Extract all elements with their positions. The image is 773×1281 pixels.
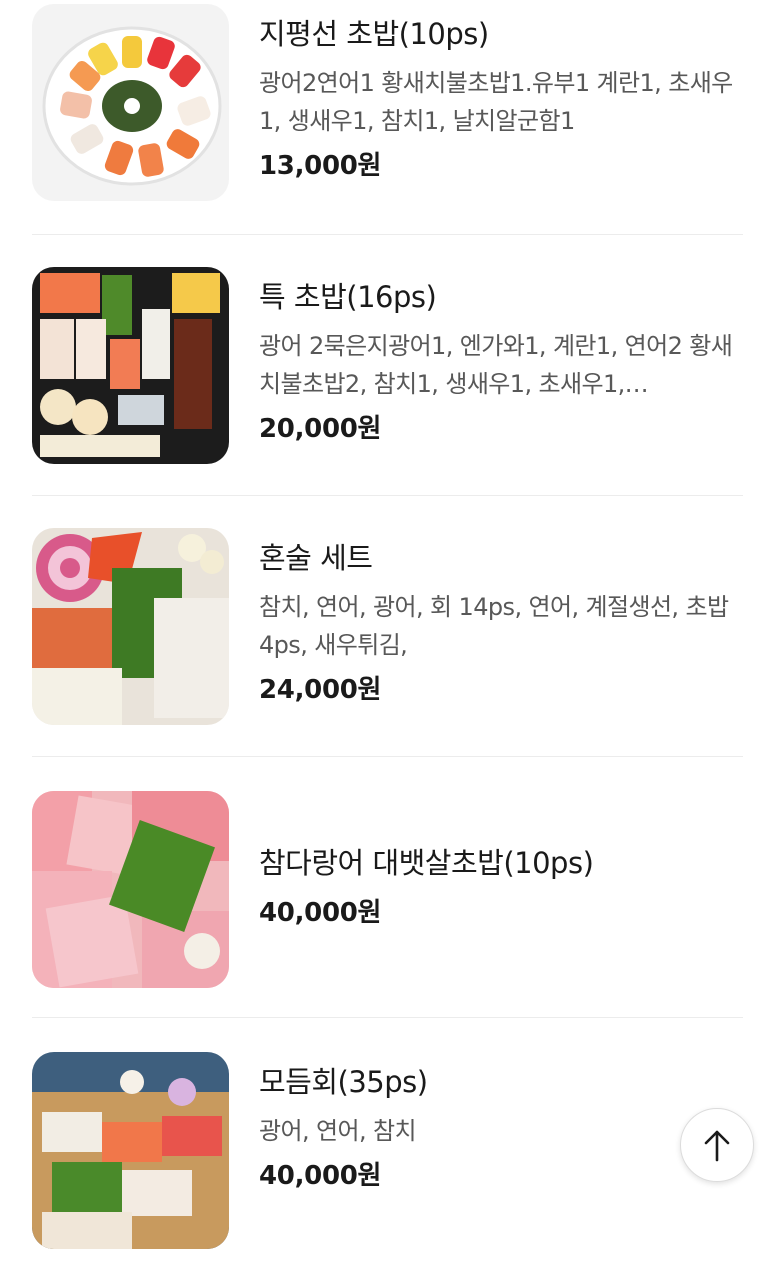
tuna-belly-image xyxy=(32,791,229,988)
menu-item-name: 혼술 세트 xyxy=(259,541,373,575)
menu-item[interactable]: 특 초밥(16ps) 광어 2묵은지광어1, 엔가와1, 계란1, 연어2 황새… xyxy=(32,235,743,496)
tuna-belly-icon xyxy=(32,791,229,988)
menu-item-info: 특 초밥(16ps) 광어 2묵은지광어1, 엔가와1, 계란1, 연어2 황새… xyxy=(259,277,743,447)
menu-item-name: 지평선 초밥(10ps) xyxy=(259,17,489,51)
menu-item-name: 모듬회(35ps) xyxy=(259,1065,428,1099)
menu-item-info: 참다랑어 대뱃살초밥(10ps) 40,000원 xyxy=(259,843,743,931)
sashimi-set-icon xyxy=(32,528,229,725)
sushi-platter-image xyxy=(32,4,229,201)
menu-item-name: 특 초밥(16ps) xyxy=(259,280,437,314)
menu-item-description: 광어 2묵은지광어1, 엔가와1, 계란1, 연어2 황새치불초밥2, 참치1,… xyxy=(259,332,733,398)
menu-item-info: 지평선 초밥(10ps) 광어2연어1 황새치불초밥1.유부1 계란1, 초새우… xyxy=(259,14,743,184)
menu-item-info: 혼술 세트 참치, 연어, 광어, 회 14ps, 연어, 계절생선, 초밥 4… xyxy=(259,538,743,708)
assorted-sashimi-image xyxy=(32,1052,229,1249)
menu-item-price: 20,000원 xyxy=(259,414,382,444)
menu-item-price: 13,000원 xyxy=(259,151,382,181)
sushi-box-icon xyxy=(32,267,229,464)
menu-item-description: 광어2연어1 황새치불초밥1.유부1 계란1, 초새우1, 생새우1, 참치1,… xyxy=(259,69,733,135)
menu-item[interactable]: 혼술 세트 참치, 연어, 광어, 회 14ps, 연어, 계절생선, 초밥 4… xyxy=(32,496,743,757)
menu-item[interactable]: 참다랑어 대뱃살초밥(10ps) 40,000원 xyxy=(32,757,743,1018)
arrow-up-icon xyxy=(704,1130,730,1162)
menu-item-info: 모듬회(35ps) 광어, 연어, 참치 40,000원 xyxy=(259,1062,743,1194)
sushi-platter-icon xyxy=(32,4,229,201)
menu-item[interactable]: 모듬회(35ps) 광어, 연어, 참치 40,000원 xyxy=(32,1020,743,1281)
menu-item-price: 40,000원 xyxy=(259,898,382,928)
scroll-to-top-button[interactable] xyxy=(680,1108,754,1182)
menu-item-description: 광어, 연어, 참치 xyxy=(259,1117,417,1145)
sushi-box-image xyxy=(32,267,229,464)
sashimi-set-image xyxy=(32,528,229,725)
menu-item-price: 40,000원 xyxy=(259,1161,382,1191)
menu-item-description: 참치, 연어, 광어, 회 14ps, 연어, 계절생선, 초밥 4ps, 새우… xyxy=(259,593,729,659)
menu-item-name: 참다랑어 대뱃살초밥(10ps) xyxy=(259,846,594,880)
assorted-sashimi-icon xyxy=(32,1052,229,1249)
menu-item[interactable]: 지평선 초밥(10ps) 광어2연어1 황새치불초밥1.유부1 계란1, 초새우… xyxy=(32,0,743,235)
menu-item-price: 24,000원 xyxy=(259,675,382,705)
